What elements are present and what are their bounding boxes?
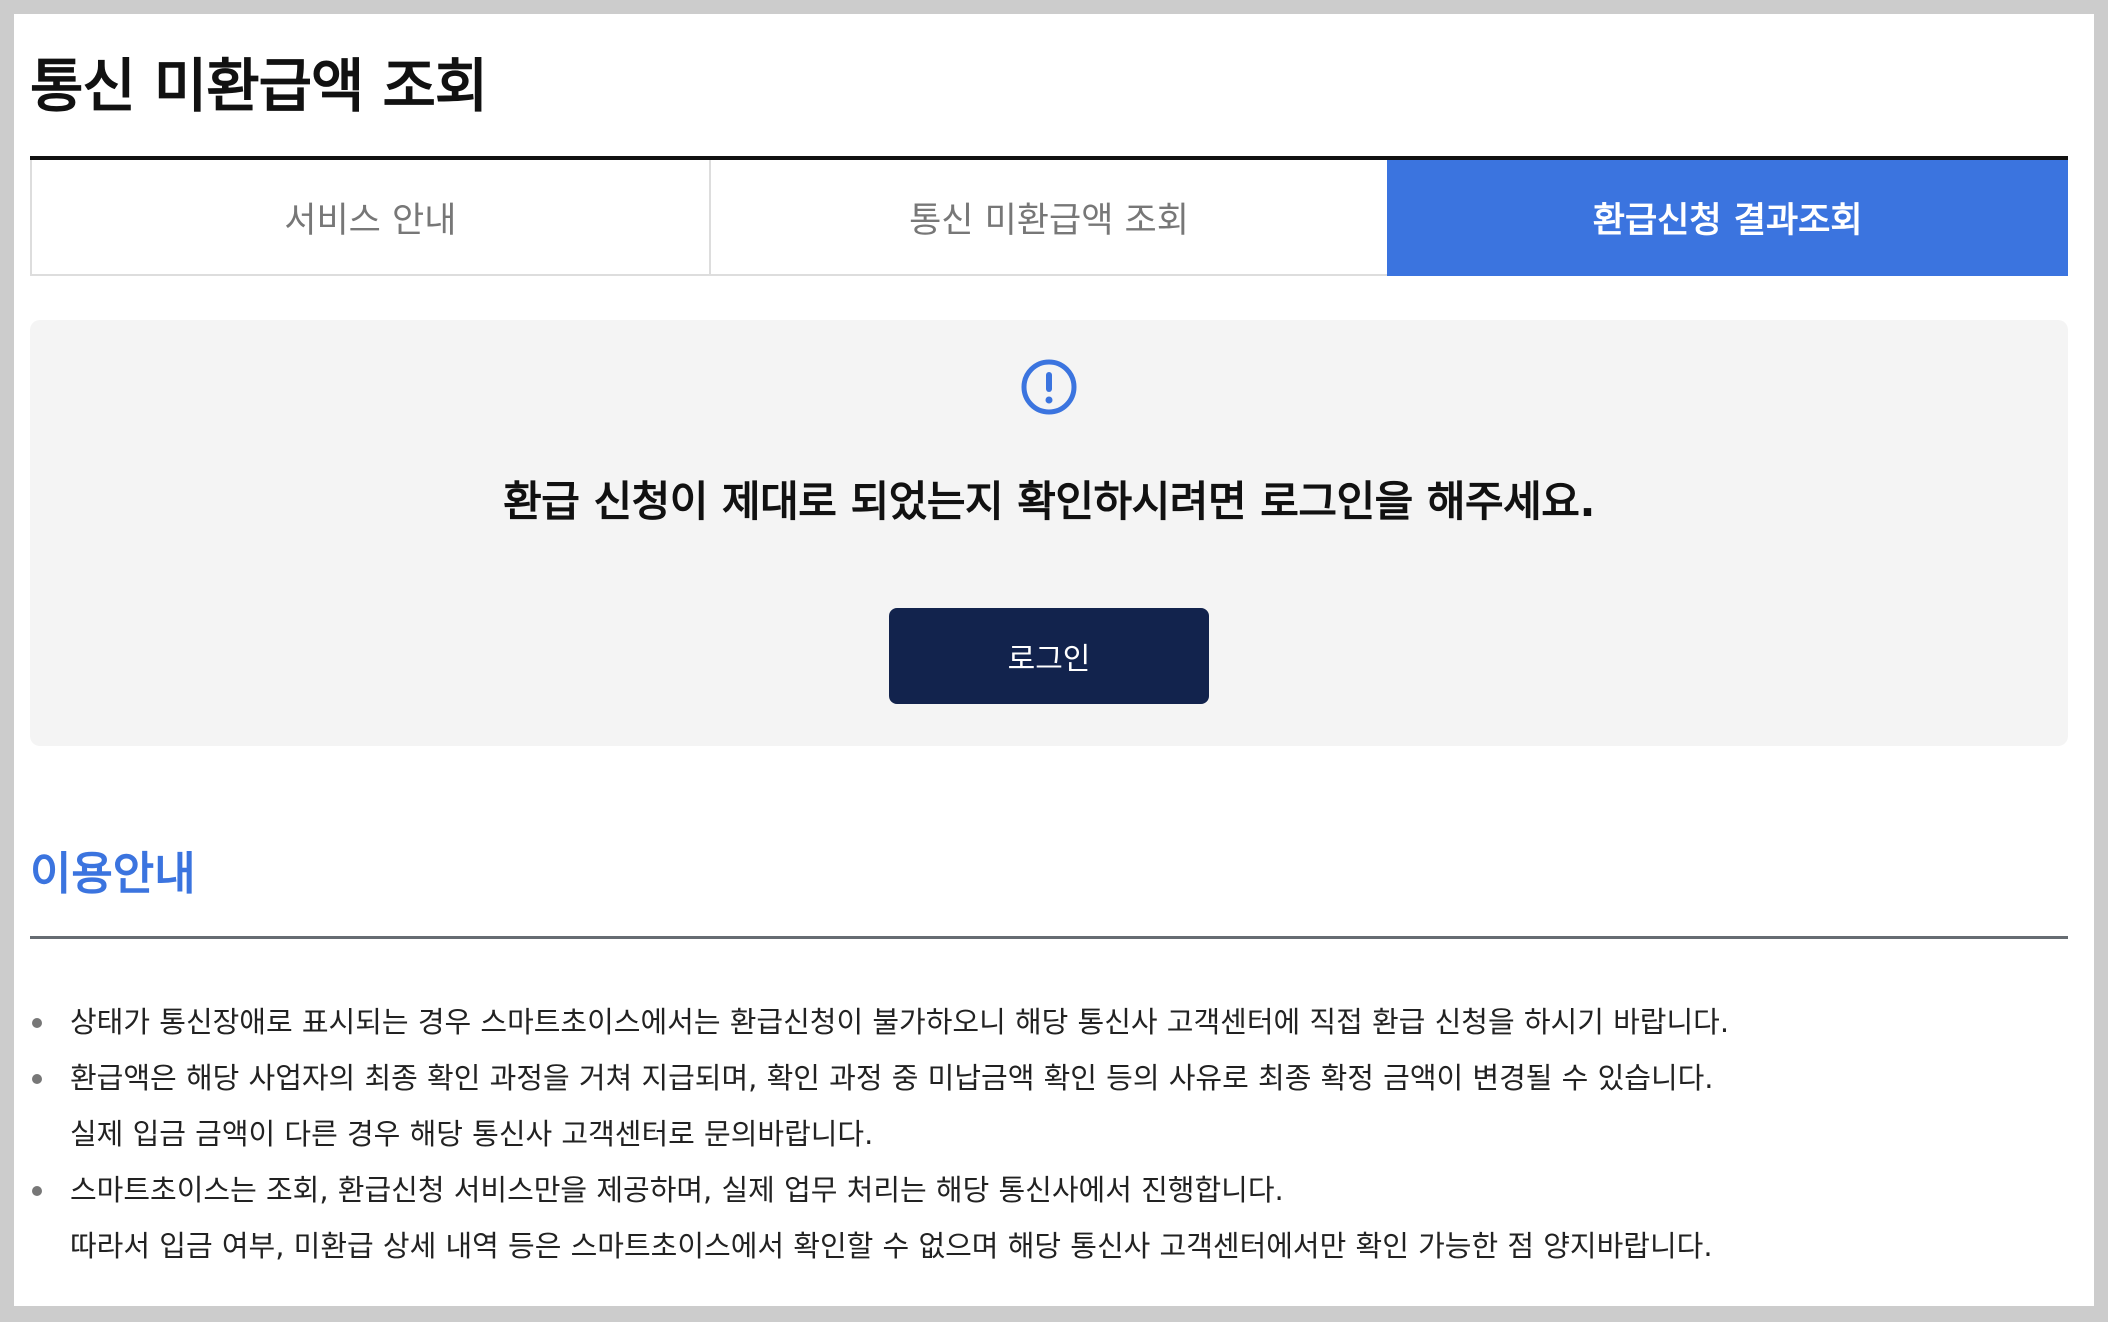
exclamation-circle-icon — [1021, 359, 1077, 415]
bullet-icon — [32, 1186, 42, 1196]
login-notice-panel: 환급 신청이 제대로 되었는지 확인하시려면 로그인을 해주세요. 로그인 — [30, 320, 2068, 746]
guide-item: 스마트초이스는 조회, 환급신청 서비스만을 제공하며, 실제 업무 처리는 해… — [30, 1162, 2068, 1274]
tab-bar: 서비스 안내 통신 미환급액 조회 환급신청 결과조회 — [30, 156, 2069, 276]
guide-text: 상태가 통신장애로 표시되는 경우 스마트초이스에서는 환급신청이 불가하오니 … — [70, 1005, 1730, 1039]
login-notice-message: 환급 신청이 제대로 되었는지 확인하시려면 로그인을 해주세요. — [503, 477, 1595, 526]
tab-service-info[interactable]: 서비스 안내 — [30, 160, 709, 276]
guide-text: 스마트초이스는 조회, 환급신청 서비스만을 제공하며, 실제 업무 처리는 해… — [70, 1173, 1284, 1207]
login-button[interactable]: 로그인 — [889, 608, 1209, 704]
bullet-icon — [32, 1018, 42, 1028]
guide-text: 실제 입금 금액이 다른 경우 해당 통신사 고객센터로 문의바랍니다. — [70, 1117, 874, 1151]
guide-text: 환급액은 해당 사업자의 최종 확인 과정을 거쳐 지급되며, 확인 과정 중 … — [70, 1061, 1714, 1095]
usage-guide-title: 이용안내 — [30, 847, 196, 900]
usage-guide-list: 상태가 통신장애로 표시되는 경우 스마트초이스에서는 환급신청이 불가하오니 … — [30, 994, 2068, 1274]
tab-unrefunded-lookup[interactable]: 통신 미환급액 조회 — [708, 160, 1388, 276]
page-title: 통신 미환급액 조회 — [30, 52, 488, 120]
section-divider — [30, 936, 2068, 939]
page-frame: 통신 미환급액 조회 서비스 안내 통신 미환급액 조회 환급신청 결과조회 환… — [14, 14, 2094, 1306]
tab-refund-result[interactable]: 환급신청 결과조회 — [1387, 160, 2069, 276]
guide-item: 상태가 통신장애로 표시되는 경우 스마트초이스에서는 환급신청이 불가하오니 … — [30, 994, 2068, 1050]
bullet-icon — [32, 1074, 42, 1084]
guide-text: 따라서 입금 여부, 미환급 상세 내역 등은 스마트초이스에서 확인할 수 없… — [70, 1229, 1713, 1263]
guide-item: 환급액은 해당 사업자의 최종 확인 과정을 거쳐 지급되며, 확인 과정 중 … — [30, 1050, 2068, 1162]
